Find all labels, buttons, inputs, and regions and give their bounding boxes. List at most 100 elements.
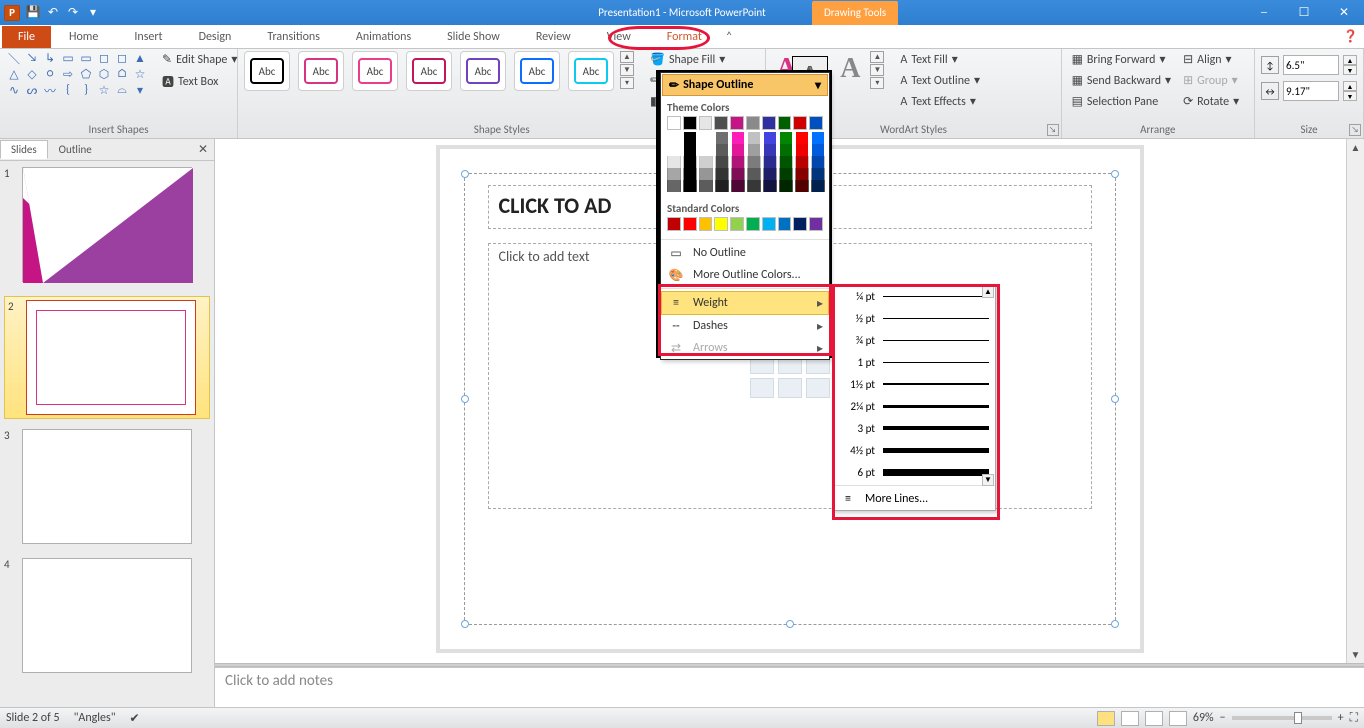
weight-option[interactable]: ¾ pt [833,329,995,351]
height-field[interactable] [1283,55,1339,75]
app-icon[interactable]: P [4,5,20,21]
color-swatch[interactable] [699,217,713,231]
more-colors-item[interactable]: 🎨 More Outline Colors... [661,264,829,286]
color-swatch[interactable] [811,168,825,180]
color-swatch[interactable] [699,144,713,156]
color-swatch[interactable] [714,116,728,130]
color-swatch[interactable] [747,180,761,192]
standard-colors-row[interactable] [661,217,829,237]
content-type-icons[interactable] [750,354,830,398]
resize-handle[interactable] [1111,170,1119,178]
vertical-scrollbar[interactable]: ▲▼ [1346,139,1364,663]
color-swatch[interactable] [763,156,777,168]
no-outline-item[interactable]: ▭ No Outline [661,242,829,264]
view-reading-button[interactable] [1145,711,1163,726]
weight-option[interactable]: 1½ pt [833,373,995,395]
shape-height-input[interactable]: ↕ ▲▼ [1261,55,1357,75]
color-swatch[interactable] [699,168,713,180]
color-swatch[interactable] [763,168,777,180]
color-swatch[interactable] [715,168,729,180]
color-swatch[interactable] [811,180,825,192]
slide-thumb-3[interactable]: 3 [4,429,210,544]
color-swatch[interactable] [715,180,729,192]
color-swatch[interactable] [811,156,825,168]
color-swatch[interactable] [731,168,745,180]
color-swatch[interactable] [762,217,776,231]
slide-thumb-2[interactable]: 2 [4,296,210,419]
color-swatch[interactable] [811,144,825,156]
tab-home[interactable]: Home [51,25,116,49]
weight-option[interactable]: 2¼ pt [833,395,995,417]
dashes-item[interactable]: ╌ Dashes ▸ [661,315,829,337]
spin-up-icon[interactable]: ▲ [1343,55,1357,65]
tab-slideshow[interactable]: Slide Show [429,25,518,49]
weight-item[interactable]: ≡ Weight ▸ [661,291,829,315]
color-swatch[interactable] [667,144,681,156]
spellcheck-icon[interactable]: ✔ [130,711,140,726]
color-swatch[interactable] [667,180,681,192]
color-swatch[interactable] [795,168,809,180]
weight-option[interactable]: 6 pt [833,461,995,483]
slide-thumbnails[interactable]: 1 2 3 4 [0,161,214,707]
close-pane-icon[interactable]: ✕ [192,142,214,157]
shape-width-input[interactable]: ↔ ▲▼ [1261,81,1357,101]
weight-option[interactable]: 4½ pt [833,439,995,461]
theme-colors-row[interactable] [661,116,829,130]
color-swatch[interactable] [779,168,793,180]
weight-option[interactable]: 1 pt [833,351,995,373]
text-box-button[interactable]: 🅰Text Box [158,72,241,91]
color-swatch[interactable] [715,156,729,168]
shape-outline-header[interactable]: ✏ Shape Outline▾ [662,74,828,96]
color-swatch[interactable] [809,217,823,231]
color-swatch[interactable] [731,144,745,156]
rotate-button[interactable]: ⟳Rotate ▾ [1179,93,1243,110]
zoom-in-icon[interactable]: + [1338,711,1344,725]
color-swatch[interactable] [731,132,745,144]
color-swatch[interactable] [795,180,809,192]
maximize-button[interactable]: ☐ [1284,0,1324,25]
text-outline-button[interactable]: AText Outline ▾ [896,72,984,89]
theme-shades-grid[interactable] [661,130,829,198]
tab-insert[interactable]: Insert [116,25,180,49]
view-slideshow-button[interactable] [1169,711,1187,726]
wordart-thumb[interactable]: A [836,51,864,87]
resize-handle[interactable] [786,620,794,628]
dialog-launcher-icon[interactable]: ↘ [1047,124,1059,136]
color-swatch[interactable] [763,132,777,144]
group-button[interactable]: ⊞Group ▾ [1179,72,1243,89]
collapse-ribbon-icon[interactable]: ˄ [720,30,738,44]
more-lines-item[interactable]: ≡ More Lines... [833,488,995,510]
color-swatch[interactable] [779,180,793,192]
zoom-slider[interactable] [1232,716,1332,720]
color-swatch[interactable] [763,180,777,192]
color-swatch[interactable] [763,144,777,156]
color-swatch[interactable] [667,132,681,144]
resize-handle[interactable] [461,395,469,403]
style-gallery-scroll[interactable]: ▲▼▾ [620,51,634,89]
spin-up-icon[interactable]: ▲ [1343,81,1357,91]
resize-handle[interactable] [461,620,469,628]
minimize-button[interactable]: ─ [1244,0,1284,25]
help-icon[interactable]: ❓ [1337,29,1364,44]
color-swatch[interactable] [683,180,697,192]
color-swatch[interactable] [714,217,728,231]
notes-area[interactable]: Click to add notes [215,667,1364,707]
spin-down-icon[interactable]: ▼ [1343,65,1357,75]
color-swatch[interactable] [746,116,760,130]
color-swatch[interactable] [699,116,713,130]
undo-icon[interactable]: ↶ [46,6,60,20]
resize-handle[interactable] [1111,620,1119,628]
save-icon[interactable]: 💾 [26,6,40,20]
tab-review[interactable]: Review [518,25,589,49]
color-swatch[interactable] [779,156,793,168]
shapes-gallery[interactable]: ＼↘↳▭▭◻◻▲ △◇○⇨⬠⬡⌂☆ ∿ᔕ〰{}☆⌓▾ [6,51,148,97]
color-swatch[interactable] [683,116,697,130]
resize-handle[interactable] [1111,395,1119,403]
color-swatch[interactable] [747,168,761,180]
color-swatch[interactable] [667,168,681,180]
color-swatch[interactable] [747,144,761,156]
color-swatch[interactable] [747,156,761,168]
view-sorter-button[interactable] [1121,711,1139,726]
tab-animations[interactable]: Animations [338,25,429,49]
wordart-gallery-scroll[interactable]: ▲▼▾ [870,51,884,89]
